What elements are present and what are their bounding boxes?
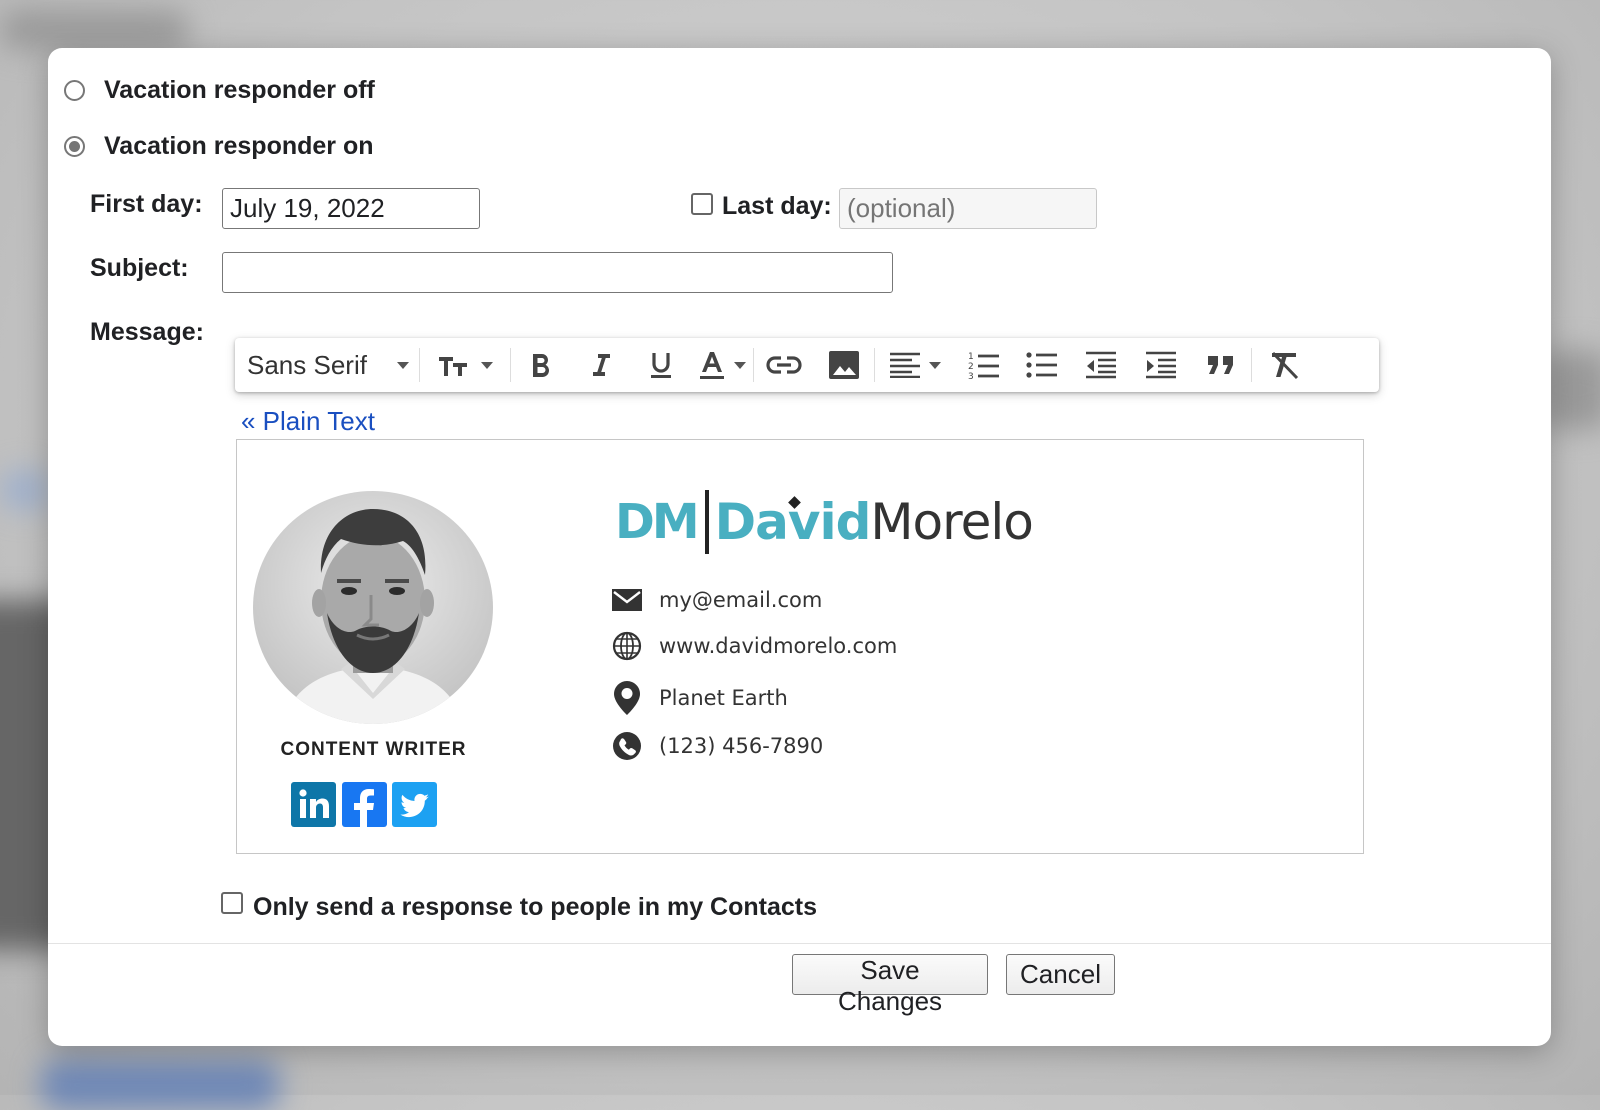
underline-icon	[651, 353, 671, 378]
signature-location-row: Planet Earth	[610, 680, 788, 716]
bulleted-list-icon	[1026, 352, 1057, 378]
indent-less-icon	[1086, 351, 1116, 379]
subject-input[interactable]	[222, 252, 893, 293]
bold-icon	[533, 354, 550, 377]
signature-phone[interactable]: (123) 456-7890	[659, 734, 823, 758]
facebook-link[interactable]	[342, 782, 387, 827]
message-label: Message:	[90, 318, 204, 346]
link-icon	[766, 356, 802, 374]
formatting-toolbar: Sans Serif 1 2 3	[235, 338, 1379, 392]
signature-website[interactable]: www.davidmorelo.com	[659, 634, 897, 658]
responder-off-label[interactable]: Vacation responder off	[104, 76, 375, 105]
font-size-icon	[439, 357, 467, 376]
phone-icon	[613, 732, 641, 760]
twitter-link[interactable]	[392, 782, 437, 827]
image-icon	[829, 351, 859, 379]
indent-more-button[interactable]	[1131, 338, 1191, 392]
chevron-down-icon	[481, 361, 493, 369]
message-body-editor[interactable]: CONTENT WRITER DM David Morelo my@email.…	[236, 439, 1364, 854]
insert-link-button[interactable]	[754, 338, 814, 392]
facebook-icon	[354, 789, 374, 827]
first-day-label: First day:	[90, 190, 203, 218]
signature-email[interactable]: my@email.com	[659, 588, 822, 612]
signature-phone-row: (123) 456-7890	[610, 731, 823, 761]
indent-less-button[interactable]	[1071, 338, 1131, 392]
quote-icon	[1208, 356, 1233, 374]
subject-label: Subject:	[90, 254, 189, 282]
twitter-icon	[400, 793, 429, 818]
signature-website-row: www.davidmorelo.com	[610, 631, 897, 661]
numbered-list-button[interactable]: 123	[955, 338, 1013, 392]
background-blur	[40, 1060, 280, 1110]
envelope-icon	[612, 589, 642, 611]
font-family-value: Sans Serif	[247, 349, 367, 380]
logo-initials: DM	[615, 494, 700, 550]
responder-on-option[interactable]: Vacation responder on	[64, 132, 374, 161]
globe-icon	[612, 631, 642, 661]
last-day-input[interactable]	[839, 188, 1097, 229]
cancel-button[interactable]: Cancel	[1006, 954, 1115, 995]
underline-button[interactable]	[631, 338, 691, 392]
responder-off-radio[interactable]	[64, 80, 85, 101]
linkedin-icon	[299, 789, 329, 818]
background-blur	[0, 10, 190, 50]
profile-photo	[253, 491, 493, 724]
signature-location: Planet Earth	[659, 686, 788, 710]
signature-role: CONTENT WRITER	[280, 739, 467, 760]
italic-icon	[593, 354, 610, 376]
remove-formatting-icon	[1271, 351, 1299, 380]
background-blur	[0, 470, 50, 510]
responder-on-radio[interactable]	[64, 136, 85, 157]
last-day-checkbox[interactable]	[691, 193, 713, 215]
vacation-responder-dialog: Vacation responder off Vacation responde…	[48, 48, 1551, 1046]
chevron-down-icon	[734, 361, 746, 369]
italic-button[interactable]	[571, 338, 631, 392]
svg-text:1: 1	[968, 352, 974, 362]
align-icon	[890, 352, 920, 378]
logo-divider	[704, 490, 709, 554]
font-family-dropdown[interactable]: Sans Serif	[235, 338, 419, 392]
last-day-label[interactable]: Last day:	[722, 192, 832, 221]
chevron-down-icon	[396, 361, 409, 369]
chevron-down-icon	[929, 361, 941, 369]
location-pin-icon	[614, 681, 640, 715]
logo-last-name: Morelo	[870, 493, 1033, 551]
font-size-button[interactable]	[420, 338, 510, 392]
bold-button[interactable]	[511, 338, 571, 392]
insert-image-button[interactable]	[814, 338, 874, 392]
linkedin-link[interactable]	[291, 782, 336, 827]
responder-off-option[interactable]: Vacation responder off	[64, 76, 375, 105]
contacts-only-label[interactable]: Only send a response to people in my Con…	[253, 893, 817, 922]
bulleted-list-button[interactable]	[1013, 338, 1071, 392]
footer-divider	[48, 943, 1551, 944]
remove-formatting-button[interactable]	[1252, 338, 1316, 392]
signature-logo: DM David Morelo	[615, 490, 1034, 554]
quote-button[interactable]	[1191, 338, 1251, 392]
plain-text-link[interactable]: « Plain Text	[241, 406, 375, 437]
text-color-button[interactable]	[691, 338, 753, 392]
indent-more-icon	[1146, 351, 1176, 379]
contacts-only-checkbox[interactable]	[221, 892, 243, 914]
signature-email-row: my@email.com	[610, 588, 822, 612]
svg-text:2: 2	[968, 362, 974, 372]
text-color-icon	[700, 352, 724, 379]
responder-on-label[interactable]: Vacation responder on	[104, 132, 374, 161]
svg-text:3: 3	[968, 372, 974, 380]
numbered-list-icon: 123	[968, 352, 999, 380]
save-changes-button[interactable]: Save Changes	[792, 954, 988, 1016]
first-day-input[interactable]	[222, 188, 480, 229]
align-button[interactable]	[875, 338, 955, 392]
